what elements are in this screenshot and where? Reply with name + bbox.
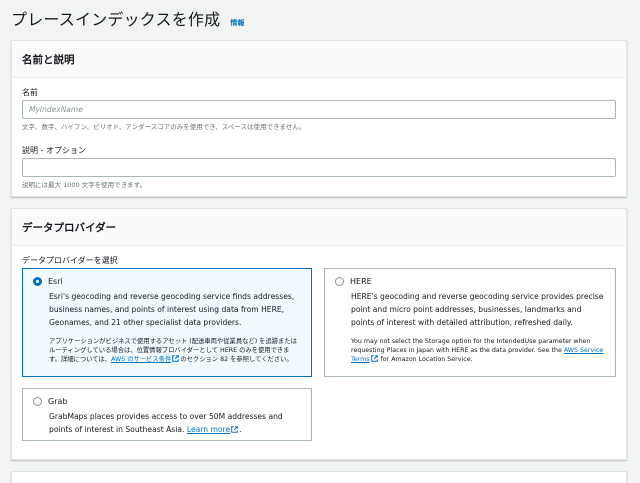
page-header: プレースインデックスを作成 情報 — [11, 6, 244, 30]
grab-description: GrabMaps places provides access to over … — [49, 410, 301, 436]
external-link-icon — [172, 355, 180, 362]
external-link-icon — [370, 355, 378, 362]
name-description-header: 名前と説明 — [12, 41, 626, 78]
name-description-panel: 名前と説明 名前 文字、数字、ハイフン、ピリオド、アンダースコアのみを使用でき、… — [11, 40, 627, 197]
here-title: HERE — [350, 277, 372, 286]
page-title: プレースインデックスを作成 — [11, 10, 221, 29]
name-hint: 文字、数字、ハイフン、ピリオド、アンダースコアのみを使用でき、スペースは使用でき… — [22, 123, 306, 131]
name-description-title: 名前と説明 — [22, 53, 75, 66]
next-panel — [11, 471, 627, 483]
grab-desc-after: . — [239, 425, 242, 434]
provider-card-grab[interactable]: Grab GrabMaps places provides access to … — [22, 388, 312, 441]
description-hint: 説明には最大 1000 文字を使用できます。 — [22, 181, 147, 189]
esri-title: Esri — [48, 277, 63, 286]
name-label: 名前 — [22, 88, 38, 97]
provider-card-here[interactable]: HERE HERE's geocoding and reverse geocod… — [324, 268, 616, 377]
esri-note: アプリケーションがビジネスで使用するアセット (配送車両や従業員など) を追跡ま… — [49, 337, 301, 364]
info-link[interactable]: 情報 — [230, 18, 244, 28]
here-note-before: You may not select the Storage option fo… — [351, 338, 591, 354]
provider-card-esri[interactable]: Esri Esri's geocoding and reverse geocod… — [22, 268, 312, 377]
external-link-icon — [231, 426, 238, 433]
here-radio[interactable] — [335, 277, 344, 286]
grab-desc-before: GrabMaps places provides access to over … — [49, 412, 283, 434]
grab-radio[interactable] — [33, 397, 42, 406]
here-note: You may not select the Storage option fo… — [351, 337, 605, 364]
esri-radio-row: Esri — [33, 277, 301, 286]
provider-group-label: データプロバイダーを選択 — [22, 256, 118, 265]
here-note-after: for Amazon Location Service. — [378, 356, 473, 363]
esri-radio[interactable] — [33, 277, 42, 286]
here-description: HERE's geocoding and reverse geocoding s… — [351, 292, 604, 327]
data-provider-header: データプロバイダー — [12, 209, 626, 246]
data-provider-title: データプロバイダー — [22, 221, 117, 234]
here-radio-row: HERE — [335, 277, 605, 286]
esri-description: Esri's geocoding and reverse geocoding s… — [49, 292, 295, 327]
data-provider-panel: データプロバイダー データプロバイダーを選択 Esri Esri's geoco… — [11, 208, 627, 460]
grab-radio-row: Grab — [33, 397, 301, 406]
esri-note-after: のセクション 82 を参照してください。 — [180, 356, 293, 363]
grab-learn-more-link[interactable]: Learn more — [187, 425, 230, 434]
name-input[interactable] — [22, 100, 616, 119]
description-input[interactable] — [22, 158, 616, 177]
grab-title: Grab — [48, 397, 68, 406]
description-label: 説明 - オプション — [22, 146, 86, 155]
esri-service-terms-link[interactable]: AWS のサービス条件 — [111, 356, 171, 363]
